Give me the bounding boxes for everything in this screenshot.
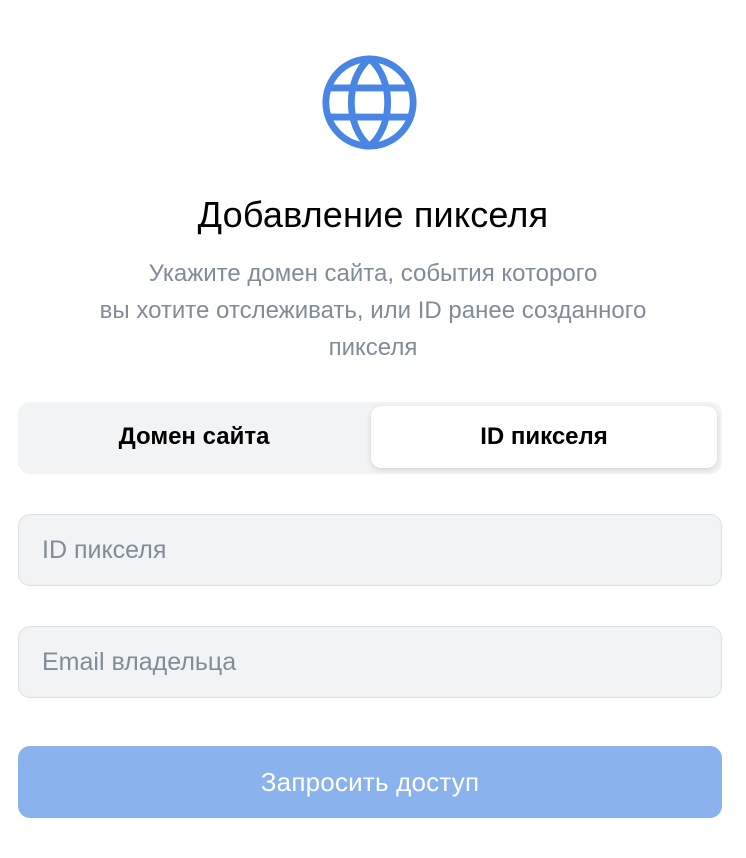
globe-icon: [322, 55, 417, 150]
subtitle-line: вы хотите отслеживать, или ID ранее созд…: [99, 297, 647, 324]
subtitle-line: Укажите домен сайта, события которого: [148, 260, 598, 287]
owner-email-input[interactable]: [18, 626, 722, 698]
segmented-control: Домен сайта ID пикселя: [18, 402, 722, 474]
request-access-button[interactable]: Запросить доступ: [18, 746, 722, 818]
tab-site-domain[interactable]: Домен сайта: [22, 406, 366, 468]
subtitle-line: пикселя: [328, 334, 418, 361]
tab-pixel-id[interactable]: ID пикселя: [371, 406, 717, 468]
page-title: Добавление пикселя: [197, 194, 549, 235]
pixel-id-input[interactable]: [18, 514, 722, 586]
page-subtitle: Укажите домен сайта, события которого вы…: [20, 255, 726, 366]
